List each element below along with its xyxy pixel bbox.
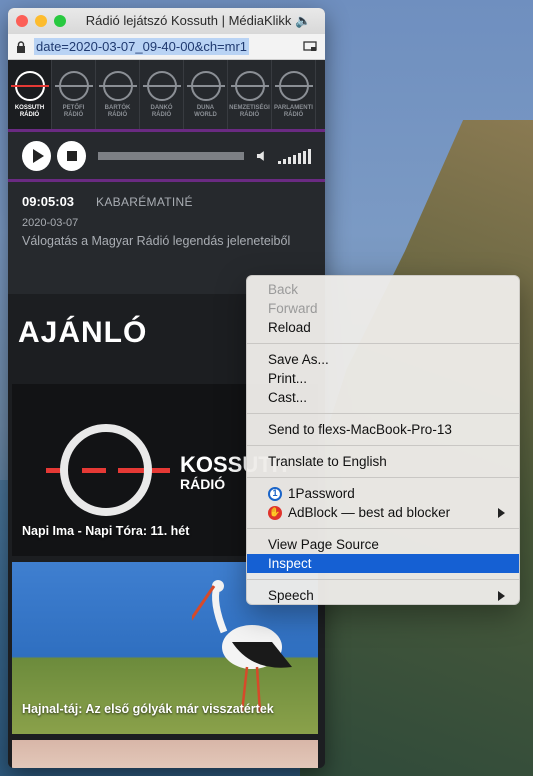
station-kossuth[interactable]: KOSSUTH RÁDIÓ: [8, 60, 52, 129]
audio-player: [8, 132, 325, 182]
window-title: Rádió lejátszó Kossuth | MédiaKlikk: [85, 13, 292, 28]
minimize-window-button[interactable]: [35, 15, 47, 27]
station-bartok[interactable]: BARTÓK RÁDIÓ: [96, 60, 140, 129]
menu-item-inspect[interactable]: Inspect: [247, 554, 519, 573]
station-duna[interactable]: DUNA WORLD: [184, 60, 228, 129]
station-nemzetisegi[interactable]: NEMZETISÉGI RÁDIÓ: [228, 60, 272, 129]
menu-item-view-source[interactable]: View Page Source: [247, 535, 519, 554]
volume-slider[interactable]: [278, 148, 312, 164]
duna-logo-icon: [186, 70, 225, 101]
audio-playing-icon[interactable]: 🔈: [295, 13, 311, 28]
zoom-window-button[interactable]: [54, 15, 66, 27]
stop-button[interactable]: [57, 140, 87, 171]
menu-separator: [247, 579, 519, 580]
feed-card[interactable]: [12, 740, 318, 768]
danko-logo-icon: [142, 70, 181, 101]
now-playing-date: 2020-03-07: [22, 217, 79, 229]
title-bar: Rádió lejátszó Kossuth | MédiaKlikk 🔈: [8, 8, 325, 34]
parlamenti-logo-icon: [274, 70, 313, 101]
menu-item-reload[interactable]: Reload: [247, 318, 519, 337]
menu-separator: [247, 528, 519, 529]
station-danko[interactable]: DANKÓ RÁDIÓ: [140, 60, 184, 129]
now-playing-show[interactable]: KABARÉMATINÉ: [96, 195, 193, 209]
onepassword-icon: 1: [268, 486, 282, 501]
address-bar[interactable]: date=2020-03-07_09-40-00&ch=mr1: [8, 34, 325, 60]
menu-item-translate[interactable]: Translate to English: [247, 452, 519, 471]
menu-item-print[interactable]: Print...: [247, 369, 519, 388]
nemzetisegi-logo-icon: [230, 70, 269, 101]
play-button[interactable]: [22, 140, 52, 171]
now-playing-description: Válogatás a Magyar Rádió legendás jelene…: [22, 234, 291, 248]
station-parlamenti[interactable]: PARLAMENTI RÁDIÓ: [272, 60, 316, 129]
menu-separator: [247, 445, 519, 446]
menu-separator: [247, 477, 519, 478]
progress-bar[interactable]: [98, 151, 245, 160]
menu-item-back: Back: [268, 282, 299, 297]
play-icon: [32, 148, 44, 163]
adblock-hand-icon: ✋: [268, 505, 282, 520]
cast-icon[interactable]: [303, 41, 317, 52]
context-menu: Back Forward Reload Save As... Print... …: [246, 275, 520, 605]
petofi-logo-icon: [54, 70, 93, 101]
submenu-arrow-icon: [498, 590, 505, 601]
menu-item-save-as[interactable]: Save As...: [247, 350, 519, 369]
menu-item-speech[interactable]: Speech: [247, 586, 519, 605]
speaker-icon[interactable]: [256, 149, 270, 163]
kossuth-logo-icon: [60, 424, 152, 516]
lock-icon: [17, 40, 25, 53]
card-title[interactable]: Hajnal-táj: Az első gólyák már visszatér…: [22, 702, 274, 716]
now-playing-time: 09:05:03: [22, 194, 75, 209]
station-petofi[interactable]: PETŐFI RÁDIÓ: [52, 60, 96, 129]
menu-item-1password[interactable]: 1 1Password: [247, 484, 519, 503]
station-bar: KOSSUTH RÁDIÓ PETŐFI RÁDIÓ BARTÓK RÁDIÓ DAN…: [8, 60, 325, 132]
bartok-logo-icon: [98, 70, 137, 101]
close-window-button[interactable]: [16, 15, 28, 27]
menu-item-adblock[interactable]: ✋ AdBlock — best ad blocker: [247, 503, 519, 522]
menu-separator: [247, 413, 519, 414]
menu-item-send-to-device[interactable]: Send to flexs-MacBook-Pro-13: [247, 420, 519, 439]
kossuth-logo-icon: [10, 70, 49, 101]
card-logo-sub: RÁDIÓ: [180, 476, 226, 492]
menu-item-cast[interactable]: Cast...: [247, 388, 519, 407]
url-text[interactable]: date=2020-03-07_09-40-00&ch=mr1: [34, 38, 250, 55]
stop-icon: [66, 150, 77, 161]
menu-separator: [247, 343, 519, 344]
card-title[interactable]: Napi Ima - Napi Tóra: 11. hét: [22, 524, 189, 538]
submenu-arrow-icon: [498, 507, 505, 518]
menu-item-forward: Forward: [268, 301, 318, 316]
